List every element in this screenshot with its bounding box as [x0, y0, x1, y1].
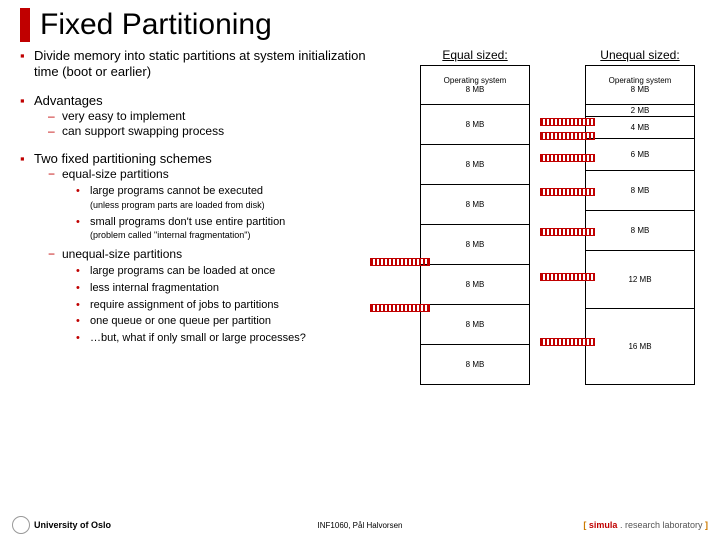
dot-icon: •	[76, 315, 80, 329]
intro-text: Divide memory into static partitions at …	[34, 48, 366, 79]
partition-box: 8 MB	[420, 145, 530, 185]
partition-os: Operating system8 MB	[420, 65, 530, 105]
process-hatch	[540, 273, 595, 281]
partition-box: 8 MB	[420, 225, 530, 265]
university-label: University of Oslo	[34, 520, 111, 530]
dash-icon: −	[48, 167, 55, 182]
uneq-point: •…but, what if only small or large proce…	[76, 332, 390, 346]
simula-logo: [ simula . research laboratory ]	[583, 520, 708, 530]
slide-title: Fixed Partitioning	[40, 8, 700, 42]
slide: Fixed Partitioning ▪ Divide memory into …	[0, 0, 720, 540]
bullet-icon: ▪	[20, 151, 25, 167]
dot-icon: •	[76, 332, 80, 346]
unequal-title: Unequal sized:	[585, 48, 695, 62]
bullet-advantages: ▪ Advantages –very easy to implement –ca…	[20, 93, 390, 139]
partition-box: 8 MB	[420, 105, 530, 145]
partition-box: 4 MB	[585, 117, 695, 139]
dot-icon: •	[76, 282, 80, 296]
partition-box: 8 MB	[420, 185, 530, 225]
eq-note: (problem called "internal fragmentation"…	[90, 230, 250, 240]
partition-box: 8 MB	[585, 211, 695, 251]
process-hatch	[540, 154, 595, 162]
bullet-intro: ▪ Divide memory into static partitions a…	[20, 48, 390, 81]
partition-box: 16 MB	[585, 309, 695, 385]
dash-icon: −	[48, 247, 55, 262]
equal-column: Equal sized: Operating system8 MB8 MB8 M…	[420, 48, 530, 385]
scheme-equal: −equal-size partitions •large programs c…	[48, 167, 390, 243]
bullet-schemes: ▪ Two fixed partitioning schemes −equal-…	[20, 151, 390, 346]
adv-item: –can support swapping process	[48, 124, 390, 139]
uneq-point: •less internal fragmentation	[76, 282, 390, 296]
bullet-icon: ▪	[20, 48, 25, 64]
partition-box: 8 MB	[420, 305, 530, 345]
dot-icon: •	[76, 216, 80, 230]
unequal-column: Unequal sized: Operating system8 MB2 MB4…	[585, 48, 695, 385]
partition-box: 12 MB	[585, 251, 695, 309]
adv-item: –very easy to implement	[48, 109, 390, 124]
uneq-point: •one queue or one queue per partition	[76, 315, 390, 329]
partition-box: 8 MB	[420, 265, 530, 305]
adv-title: Advantages	[34, 93, 103, 108]
partition-box: 8 MB	[585, 171, 695, 211]
process-hatch	[540, 188, 595, 196]
process-hatch	[540, 338, 595, 346]
partition-os: Operating system8 MB	[585, 65, 695, 105]
course-label: INF1060, Pål Halvorsen	[318, 521, 403, 530]
eq-point: •small programs don't use entire partiti…	[76, 216, 390, 244]
process-hatch	[540, 132, 595, 140]
process-hatch	[370, 304, 430, 312]
content-row: ▪ Divide memory into static partitions a…	[20, 48, 700, 352]
uneq-point: •require assignment of jobs to partition…	[76, 299, 390, 313]
eq-note: (unless program parts are loaded from di…	[90, 200, 265, 210]
process-hatch	[540, 228, 595, 236]
process-hatch	[370, 258, 430, 266]
partition-box: 2 MB	[585, 105, 695, 117]
diagram-area: Equal sized: Operating system8 MB8 MB8 M…	[390, 48, 700, 352]
eq-point: •large programs cannot be executed(unles…	[76, 185, 390, 213]
dot-icon: •	[76, 299, 80, 313]
dash-icon: –	[48, 124, 55, 139]
bullet-column: ▪ Divide memory into static partitions a…	[20, 48, 390, 352]
title-bar: Fixed Partitioning	[20, 8, 700, 42]
partition-box: 6 MB	[585, 139, 695, 171]
partition-box: 8 MB	[420, 345, 530, 385]
bullet-icon: ▪	[20, 93, 25, 109]
footer: University of Oslo INF1060, Pål Halvorse…	[0, 516, 720, 534]
scheme-unequal: −unequal-size partitions •large programs…	[48, 247, 390, 346]
uneq-point: •large programs can be loaded at once	[76, 265, 390, 279]
process-hatch	[540, 118, 595, 126]
seal-icon	[12, 516, 30, 534]
equal-title: Equal sized:	[420, 48, 530, 62]
schemes-title: Two fixed partitioning schemes	[34, 151, 212, 166]
dot-icon: •	[76, 185, 80, 199]
dash-icon: –	[48, 109, 55, 124]
dot-icon: •	[76, 265, 80, 279]
